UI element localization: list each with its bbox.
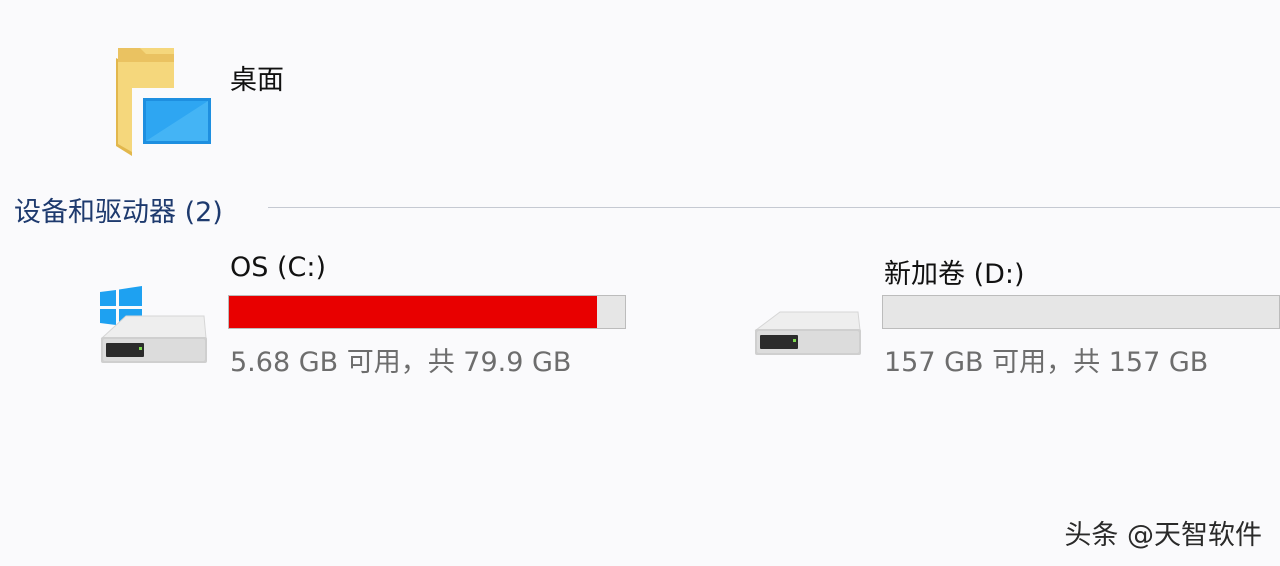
folder-label: 桌面 xyxy=(230,65,284,96)
windows-system-drive-icon xyxy=(96,280,212,372)
drive-space-text: 5.68 GB 可用，共 79.9 GB xyxy=(230,347,572,378)
watermark-text: 头条 @天智软件 xyxy=(1064,520,1262,551)
drive-name: OS (C:) xyxy=(230,252,326,283)
group-title: 设备和驱动器 (2) xyxy=(14,197,223,228)
drive-space-text: 157 GB 可用，共 157 GB xyxy=(884,347,1209,378)
desktop-folder-icon xyxy=(110,44,214,156)
drive-usage-fill xyxy=(229,296,597,328)
drive-item-c[interactable]: OS (C:) 5.68 GB 可用，共 79.9 GB xyxy=(96,250,636,380)
group-divider xyxy=(268,207,1280,208)
hard-drive-icon xyxy=(750,306,866,398)
drive-item-d[interactable]: 新加卷 (D:) 157 GB 可用，共 157 GB xyxy=(750,250,1280,380)
drive-usage-bar xyxy=(882,295,1280,329)
folder-item-desktop[interactable]: 桌面 xyxy=(110,44,310,160)
drive-usage-bar xyxy=(228,295,626,329)
group-header-devices[interactable]: 设备和驱动器 (2) xyxy=(14,188,1280,228)
drive-name: 新加卷 (D:) xyxy=(884,259,1025,290)
